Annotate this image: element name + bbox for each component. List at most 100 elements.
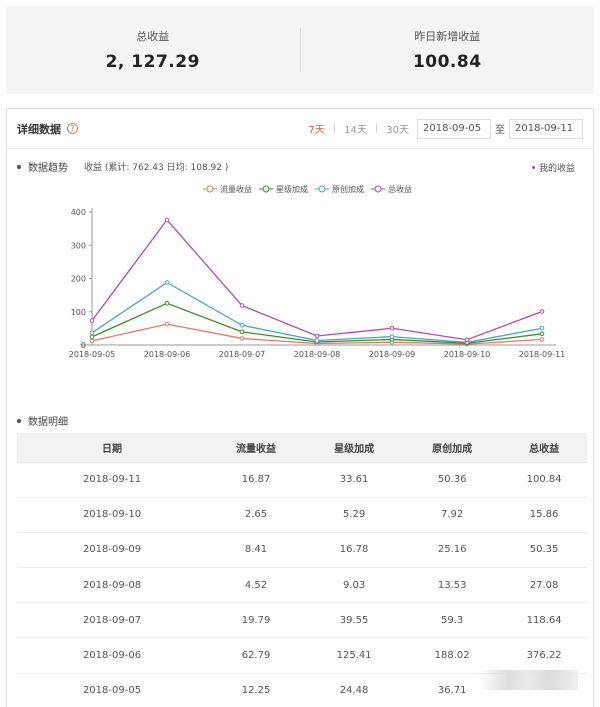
table-header-row: 日期 流量收益 星级加成 原创加成 总收益 xyxy=(17,433,587,463)
data-point xyxy=(164,217,170,223)
table-cell: 376.22 xyxy=(501,637,587,674)
y-tick-label: 100 xyxy=(71,308,86,317)
series-line xyxy=(91,281,543,344)
panel-header: 详细数据 ? 7天 | 14天 | 30天 2018-09-05 至 2018-… xyxy=(7,109,593,149)
header-total: 总收益 xyxy=(501,433,587,463)
legend-label: 星级加成 xyxy=(276,184,308,194)
table-cell: 33.61 xyxy=(305,462,404,498)
bullet-icon xyxy=(17,418,21,423)
x-tick-label: 2018-09-09 xyxy=(369,350,416,359)
table-cell: 8.41 xyxy=(207,532,306,569)
total-income-label: 总收益 xyxy=(136,30,170,43)
table-cell: 2018-09-07 xyxy=(17,602,207,639)
table-cell: 4.52 xyxy=(207,567,306,604)
range-30d[interactable]: 30天 xyxy=(378,121,417,136)
data-point xyxy=(539,331,545,337)
data-point xyxy=(164,321,170,327)
table-cell: 24.48 xyxy=(305,673,404,707)
legend-marker xyxy=(206,185,214,193)
table-cell: 27.08 xyxy=(501,567,587,604)
y-tick-label: 400 xyxy=(71,208,86,217)
table-row: 2018-09-10 2.65 5.29 7.92 15.86 xyxy=(17,497,587,533)
legend-label: 原创加成 xyxy=(332,184,364,194)
detail-panel: 详细数据 ? 7天 | 14天 | 30天 2018-09-05 至 2018-… xyxy=(6,108,594,707)
legend-label: 总收益 xyxy=(388,184,412,194)
data-point xyxy=(464,337,470,343)
data-point xyxy=(89,330,95,336)
yesterday-income-card: 昨日新增收益 100.84 xyxy=(301,6,595,94)
x-tick-label: 2018-09-05 xyxy=(69,350,116,359)
yesterday-income-label: 昨日新增收益 xyxy=(414,30,481,43)
y-tick-label: 300 xyxy=(71,241,86,250)
bullet-icon xyxy=(17,164,21,169)
legend-marker xyxy=(318,185,326,193)
series-line xyxy=(91,218,543,341)
header-date: 日期 xyxy=(17,433,207,463)
table-cell: 2018-09-10 xyxy=(17,497,207,533)
start-date-input[interactable]: 2018-09-05 xyxy=(417,118,491,139)
table-row: 2018-09-11 16.87 33.61 50.36 100.84 xyxy=(17,462,587,498)
table-cell: 100.84 xyxy=(501,462,587,498)
date-to-label: 至 xyxy=(495,125,505,136)
data-point xyxy=(314,333,320,339)
legend-marker xyxy=(262,185,270,193)
table-cell: 2018-09-05 xyxy=(17,673,207,707)
table-cell: 50.36 xyxy=(403,462,502,498)
table-cell: 2.65 xyxy=(207,497,306,533)
data-point xyxy=(239,322,245,328)
table-cell: 7.92 xyxy=(403,497,502,533)
total-income-card: 总收益 2, 127.29 xyxy=(6,6,300,94)
range-14d[interactable]: 14天 xyxy=(336,121,375,136)
table-cell: 62.79 xyxy=(207,637,306,674)
header-traffic: 流量收益 xyxy=(207,433,306,463)
data-point xyxy=(89,338,95,344)
table-cell: 16.87 xyxy=(207,462,306,498)
question-circle-icon[interactable]: ? xyxy=(67,123,78,134)
data-point xyxy=(89,334,95,340)
table-cell: 16.78 xyxy=(305,532,404,569)
data-point xyxy=(539,309,545,314)
total-income-value: 2, 127.29 xyxy=(105,52,200,72)
table-cell: 2018-09-09 xyxy=(17,532,207,569)
data-point xyxy=(389,334,395,339)
data-point xyxy=(539,337,545,342)
table-row: 2018-09-06 62.79 125.41 188.02 376.22 xyxy=(17,637,587,674)
table-cell: 2018-09-08 xyxy=(17,567,207,604)
table-cell: 50.35 xyxy=(501,532,587,569)
data-point xyxy=(239,303,245,308)
x-tick-label: 2018-09-06 xyxy=(144,350,191,359)
table-cell: 2018-09-11 xyxy=(17,462,207,498)
x-tick-label: 2018-09-11 xyxy=(519,350,566,359)
legend-label: 流量收益 xyxy=(220,184,252,194)
blurred-watermark xyxy=(478,670,578,690)
data-point xyxy=(239,329,245,335)
table-cell: 25.16 xyxy=(403,532,502,569)
end-date-input[interactable]: 2018-09-11 xyxy=(509,118,583,139)
table-cell: 5.29 xyxy=(305,497,404,533)
data-point xyxy=(389,325,395,331)
table-cell: 118.64 xyxy=(501,602,587,639)
table-cell: 2018-09-06 xyxy=(17,637,207,674)
range-selector: 7天 | 14天 | 30天 2018-09-05 至 2018-09-11 xyxy=(300,118,583,139)
table-cell: 12.25 xyxy=(207,673,306,707)
table-cell: 39.55 xyxy=(305,602,404,639)
range-7d[interactable]: 7天 xyxy=(300,121,332,136)
x-tick-label: 2018-09-10 xyxy=(444,350,491,359)
detail-section-title: 数据明细 xyxy=(17,413,68,428)
data-point xyxy=(164,280,170,285)
data-point xyxy=(539,325,545,331)
detail-title: 数据明细 xyxy=(28,417,68,428)
table-cell: 9.03 xyxy=(305,567,404,604)
x-tick-label: 2018-09-07 xyxy=(219,350,266,359)
y-tick-label: 0 xyxy=(81,341,86,350)
table-cell: 19.79 xyxy=(207,602,306,639)
data-point xyxy=(239,336,245,341)
data-point xyxy=(314,338,320,343)
trend-chart-svg: 0 100 200 300 400 2018-09-05 2018-09-06 2018-09… xyxy=(17,184,583,400)
table-cell: 15.86 xyxy=(501,497,587,533)
table-row: 2018-09-09 8.41 16.78 25.16 50.35 xyxy=(17,532,587,569)
summary-bar: 总收益 2, 127.29 昨日新增收益 100.84 xyxy=(6,6,594,94)
yesterday-income-value: 100.84 xyxy=(412,52,482,72)
table-row: 2018-09-07 19.79 39.55 59.3 118.64 xyxy=(17,602,587,639)
table-cell: 125.41 xyxy=(305,637,404,674)
